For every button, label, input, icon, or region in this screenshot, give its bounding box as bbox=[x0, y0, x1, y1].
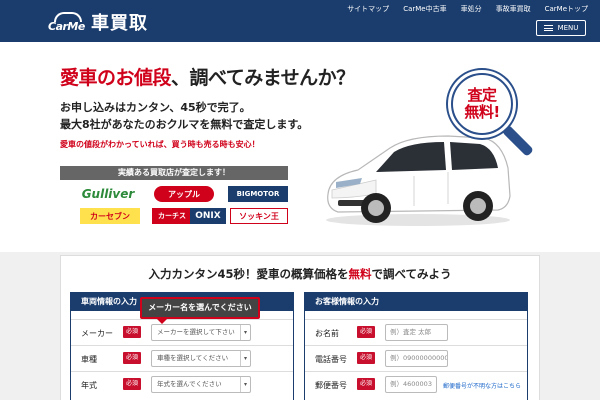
name-row: お名前 必須 例）査定 太郎 bbox=[305, 319, 527, 345]
menu-button[interactable]: MENU bbox=[536, 20, 586, 36]
buyer-logo-onix: ONIX bbox=[190, 208, 226, 224]
form-title: 入力カンタン45秒！愛車の概算価格を無料で調べてみよう bbox=[148, 267, 452, 281]
headline-rest: 、調べてみませんか？ bbox=[171, 67, 355, 89]
headline-red: 愛車のお値段 bbox=[60, 67, 172, 89]
nav-link-accident-car[interactable]: 事故車買取 bbox=[496, 4, 531, 14]
carme-logo[interactable]: CarMe 車買取 bbox=[48, 9, 148, 35]
model-label: 車種 bbox=[81, 355, 97, 364]
phone-label: 電話番号 bbox=[315, 355, 347, 364]
required-badge: 必須 bbox=[123, 326, 141, 338]
hero-note: 愛車の値段がわかっていれば、買う時も売る時も安心！ bbox=[60, 140, 260, 149]
carme-logo-icon: CarMe bbox=[48, 11, 88, 33]
site-header: CarMe 車買取 サイトマップ CarMe中古車 車処分 事故車買取 CarM… bbox=[0, 0, 600, 42]
zip-row: 郵便番号 必須 例）4600003 郵便番号が不明な方はこちら bbox=[305, 371, 527, 397]
model-row: 車種 必須 車種を選択してください ▾ bbox=[71, 345, 293, 371]
hero-headline: 愛車のお値段、調べてみませんか？ bbox=[60, 63, 355, 90]
nav-link-disposal[interactable]: 車処分 bbox=[461, 4, 482, 14]
dropdown-arrow-icon: ▾ bbox=[240, 325, 250, 340]
maker-select[interactable]: メーカーを選択して下さい ▾ bbox=[151, 324, 251, 341]
sub-line-2: 最大8社があなたのおクルマを無料で査定します。 bbox=[60, 118, 309, 131]
phone-row: 電話番号 必須 例）09000000000 bbox=[305, 345, 527, 371]
menu-icon bbox=[543, 25, 553, 31]
customer-panel-heading: お客様情報の入力 bbox=[305, 293, 527, 311]
model-select[interactable]: 車種を選択してください ▾ bbox=[151, 350, 251, 367]
year-row: 年式 必須 年式を選んでください ▾ bbox=[71, 371, 293, 397]
zip-lookup-link[interactable]: 郵便番号が不明な方はこちら bbox=[443, 381, 521, 390]
zip-label: 郵便番号 bbox=[315, 381, 347, 390]
required-badge: 必須 bbox=[357, 352, 375, 364]
nav-link-sitemap[interactable]: サイトマップ bbox=[347, 4, 389, 14]
required-badge: 必須 bbox=[123, 378, 141, 390]
buyer-logo-gulliver: Gulliver bbox=[80, 186, 136, 202]
maker-label: メーカー bbox=[81, 329, 113, 338]
required-badge: 必須 bbox=[123, 352, 141, 364]
menu-label: MENU bbox=[557, 24, 579, 32]
maker-row: メーカー 必須 メーカーを選択して下さい ▾ bbox=[71, 319, 293, 345]
free-assessment-badge: 査定 無料! bbox=[453, 75, 511, 133]
buyer-logo-sokkinou: ソッキン王 bbox=[230, 208, 288, 224]
top-nav: サイトマップ CarMe中古車 車処分 事故車買取 CarMeトップ bbox=[333, 4, 588, 14]
badge-line-1: 査定 bbox=[467, 86, 497, 104]
year-label: 年式 bbox=[81, 381, 97, 390]
buyer-logo-bigmotor: BIGMOTOR bbox=[228, 186, 288, 202]
maker-tooltip: メーカー名を選んでください bbox=[140, 297, 260, 324]
buyer-logo-curtiss: カーチス bbox=[152, 208, 192, 224]
nav-link-carme-top[interactable]: CarMeトップ bbox=[545, 4, 588, 14]
customer-info-panel: お客様情報の入力 お名前 必須 例）査定 太郎 電話番号 必須 例）090000… bbox=[304, 292, 528, 400]
hero-subtext: お申し込みはカンタン、45秒で完了。 最大8社があなたのおクルマを無料で査定しま… bbox=[60, 99, 308, 133]
buyer-logo-carseven: カーセブン bbox=[80, 208, 140, 224]
nav-link-carme-used[interactable]: CarMe中古車 bbox=[403, 4, 446, 14]
required-badge: 必須 bbox=[357, 378, 375, 390]
sub-line-1: お申し込みはカンタン、45秒で完了。 bbox=[60, 101, 251, 114]
badge-line-2: 無料! bbox=[464, 103, 500, 121]
logo-text: 車買取 bbox=[91, 13, 148, 34]
name-label: お名前 bbox=[315, 329, 339, 338]
buyers-banner: 実績ある買取店が査定します！ bbox=[60, 166, 288, 180]
dropdown-arrow-icon: ▾ bbox=[240, 377, 250, 392]
year-select[interactable]: 年式を選んでください ▾ bbox=[151, 376, 251, 393]
name-input[interactable]: 例）査定 太郎 bbox=[385, 324, 448, 341]
phone-input[interactable]: 例）09000000000 bbox=[385, 350, 448, 367]
required-badge: 必須 bbox=[357, 326, 375, 338]
dropdown-arrow-icon: ▾ bbox=[240, 351, 250, 366]
magnifier-icon: 査定 無料! bbox=[448, 70, 516, 138]
buyer-logo-apple: アップル bbox=[154, 186, 214, 202]
form-title-free: 無料 bbox=[348, 267, 372, 281]
zip-input[interactable]: 例）4600003 bbox=[385, 376, 437, 393]
